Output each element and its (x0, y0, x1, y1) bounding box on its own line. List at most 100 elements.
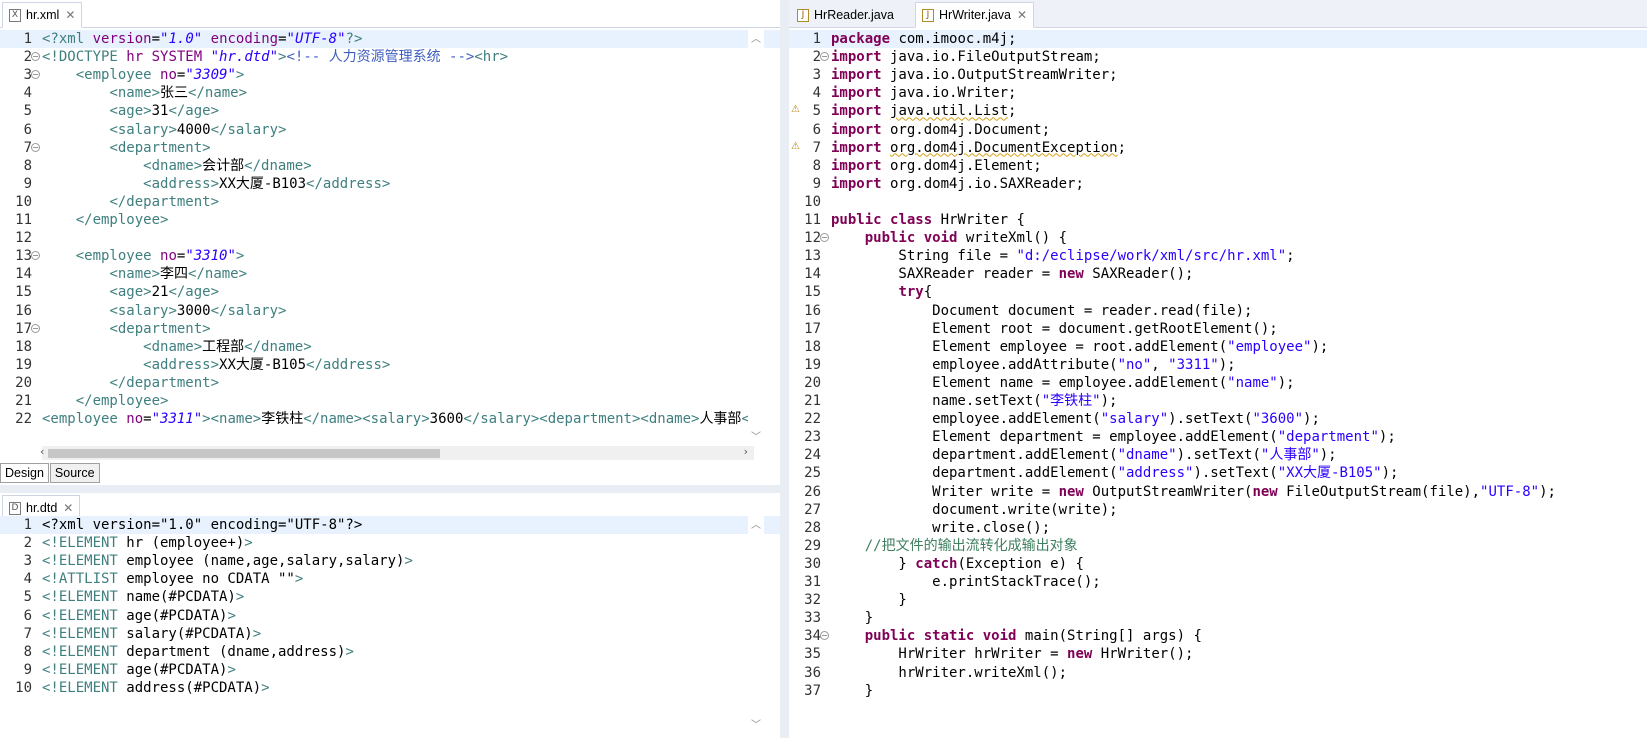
scroll-left-icon[interactable]: ‹ (40, 445, 44, 458)
code-line[interactable]: 3 import java.io.OutputStreamWriter; (789, 66, 1647, 84)
code-line[interactable]: 14 SAXReader reader = new SAXReader(); (789, 265, 1647, 283)
code-line[interactable]: 17− <department> (0, 320, 780, 338)
code-line[interactable]: 4 import java.io.Writer; (789, 84, 1647, 102)
code-line[interactable]: 8 import org.dom4j.Element; (789, 157, 1647, 175)
code-line[interactable]: 2 <!ELEMENT hr (employee+)> (0, 534, 780, 552)
tab-hr-xml[interactable]: X hr.xml ✕ (2, 2, 83, 28)
code-line[interactable]: 18 <dname>工程部</dname> (0, 338, 780, 356)
fold-toggle-icon[interactable]: − (31, 52, 40, 62)
scrollbar-thumb[interactable] (48, 449, 440, 458)
code-line[interactable]: 7− <department> (0, 139, 780, 157)
code-line[interactable]: 3 <!ELEMENT employee (name,age,salary,sal… (0, 552, 780, 570)
code-line[interactable]: 9 <!ELEMENT age(#PCDATA)> (0, 661, 780, 679)
code-line[interactable]: 27 document.write(write); (789, 501, 1647, 519)
scroll-up-icon[interactable]: ︿ (751, 30, 761, 45)
code-line[interactable]: 12− public void writeXml() { (789, 229, 1647, 247)
fold-toggle-icon[interactable]: − (820, 631, 829, 641)
code-line[interactable]: 19 <address>XX大厦-B105</address> (0, 356, 780, 374)
code-line[interactable]: 18 Element employee = root.addElement("e… (789, 338, 1647, 356)
fold-toggle-icon[interactable]: − (31, 251, 40, 261)
warning-icon[interactable]: ⚠ (791, 141, 802, 153)
code-line[interactable]: 3− <employee no="3309"> (0, 66, 780, 84)
code-line[interactable]: 26 Writer write = new OutputStreamWriter… (789, 483, 1647, 501)
code-line[interactable]: 14 <name>李四</name> (0, 265, 780, 283)
xml-code-area[interactable]: 1 <?xml version="1.0" encoding="UTF-8"?> 2… (0, 30, 780, 458)
scroll-right-icon[interactable]: › (744, 445, 748, 458)
code-line[interactable]: 5 ⚠ import java.util.List; (789, 102, 1647, 120)
code-line[interactable]: 8 <!ELEMENT department (dname,address)> (0, 643, 780, 661)
dtd-vertical-scrollbar[interactable]: ︿ ﹀ (748, 516, 764, 738)
code-line[interactable]: 22 <employee no="3311"><name>李铁柱</name><s… (0, 410, 780, 428)
horizontal-divider[interactable] (0, 485, 780, 493)
close-icon[interactable]: ✕ (63, 501, 73, 515)
fold-toggle-icon[interactable]: − (31, 70, 40, 80)
code-line[interactable]: 24 department.addElement("dname").setTex… (789, 446, 1647, 464)
code-line[interactable]: 4 <!ATTLIST employee no CDATA ""> (0, 570, 780, 588)
code-line[interactable]: 6 <!ELEMENT age(#PCDATA)> (0, 607, 780, 625)
code-line[interactable]: 5 <!ELEMENT name(#PCDATA)> (0, 588, 780, 606)
code-line[interactable]: 32 } (789, 591, 1647, 609)
code-line[interactable]: 35 HrWriter hrWriter = new HrWriter(); (789, 645, 1647, 663)
code-line[interactable]: 7 ⚠ import org.dom4j.DocumentException; (789, 139, 1647, 157)
code-line[interactable]: 8 <dname>会计部</dname> (0, 157, 780, 175)
code-line[interactable]: 13− <employee no="3310"> (0, 247, 780, 265)
code-line[interactable]: 9 <address>XX大厦-B103</address> (0, 175, 780, 193)
warning-icon[interactable]: ⚠ (791, 104, 802, 116)
code-line[interactable]: 12 (0, 229, 780, 247)
scroll-up-icon[interactable]: ︿ (751, 516, 761, 531)
code-line[interactable]: 6 <salary>4000</salary> (0, 121, 780, 139)
dtd-code-area[interactable]: 1 <?xml version="1.0" encoding="UTF-8"?> 2… (0, 516, 780, 738)
fold-toggle-icon[interactable]: − (31, 142, 40, 152)
code-line[interactable]: 33 } (789, 609, 1647, 627)
tab-source[interactable]: Source (49, 463, 100, 483)
code-line[interactable]: 37 } (789, 682, 1647, 700)
code-line[interactable]: 2− import java.io.FileOutputStream; (789, 48, 1647, 66)
fold-toggle-icon[interactable]: − (820, 233, 829, 243)
code-line[interactable]: 21 name.setText("李铁柱"); (789, 392, 1647, 410)
xml-vertical-scrollbar[interactable]: ︿ ﹀ (748, 30, 764, 458)
scroll-down-icon[interactable]: ﹀ (751, 716, 761, 731)
code-line[interactable]: 16 <salary>3000</salary> (0, 302, 780, 320)
code-line[interactable]: 1 <?xml version="1.0" encoding="UTF-8"?> (0, 516, 780, 534)
code-line[interactable]: 20 Element name = employee.addElement("n… (789, 374, 1647, 392)
tab-design[interactable]: Design (0, 463, 49, 483)
code-line[interactable]: 10 </department> (0, 193, 780, 211)
code-line[interactable]: 28 write.close(); (789, 519, 1647, 537)
code-line[interactable]: 25 department.addElement("address").setT… (789, 464, 1647, 482)
code-line[interactable]: 9 import org.dom4j.io.SAXReader; (789, 175, 1647, 193)
code-line[interactable]: 30 } catch(Exception e) { (789, 555, 1647, 573)
scroll-down-icon[interactable]: ﹀ (751, 428, 761, 443)
code-line[interactable]: 16 Document document = reader.read(file)… (789, 302, 1647, 320)
close-icon[interactable]: ✕ (65, 8, 75, 22)
code-line[interactable]: 23 Element department = employee.addElem… (789, 428, 1647, 446)
code-line[interactable]: 21 </employee> (0, 392, 780, 410)
code-line[interactable]: 5 <age>31</age> (0, 102, 780, 120)
tab-hrreader-java[interactable]: J HrReader.java (791, 2, 900, 28)
code-line[interactable]: 19 employee.addAttribute("no", "3311"); (789, 356, 1647, 374)
code-line[interactable]: 20 </department> (0, 374, 780, 392)
code-line[interactable]: 2− <!DOCTYPE hr SYSTEM "hr.dtd"><!-- 人力资源… (0, 48, 780, 66)
code-line[interactable]: 29 //把文件的输出流转化成输出对象 (789, 537, 1647, 555)
code-line[interactable]: 11 public class HrWriter { (789, 211, 1647, 229)
java-code-area[interactable]: 1 package com.imooc.m4j; 2− import java.io.… (789, 30, 1647, 738)
code-line[interactable]: 34− public static void main(String[] arg… (789, 627, 1647, 645)
code-line[interactable]: 7 <!ELEMENT salary(#PCDATA)> (0, 625, 780, 643)
code-line[interactable]: 15 <age>21</age> (0, 283, 780, 301)
code-line[interactable]: 31 e.printStackTrace(); (789, 573, 1647, 591)
code-line[interactable]: 22 employee.addElement("salary").setText… (789, 410, 1647, 428)
tab-hrwriter-java[interactable]: J HrWriter.java ✕ (915, 2, 1035, 28)
fold-toggle-icon[interactable]: − (820, 52, 829, 62)
code-line[interactable]: 17 Element root = document.getRootElemen… (789, 320, 1647, 338)
code-line[interactable]: 1 <?xml version="1.0" encoding="UTF-8"?> (0, 30, 780, 48)
vertical-divider[interactable] (780, 0, 789, 738)
code-line[interactable]: 10 (789, 193, 1647, 211)
code-line[interactable]: 10 <!ELEMENT address(#PCDATA)> (0, 679, 780, 697)
fold-toggle-icon[interactable]: − (31, 323, 40, 333)
code-line[interactable]: 4 <name>张三</name> (0, 84, 780, 102)
code-line[interactable]: 13 String file = "d:/eclipse/work/xml/sr… (789, 247, 1647, 265)
code-line[interactable]: 1 package com.imooc.m4j; (789, 30, 1647, 48)
code-line[interactable]: 36 hrWriter.writeXml(); (789, 664, 1647, 682)
code-line[interactable]: 6 import org.dom4j.Document; (789, 121, 1647, 139)
close-icon[interactable]: ✕ (1017, 8, 1027, 22)
xml-horizontal-scrollbar[interactable]: ‹ › (40, 445, 754, 460)
